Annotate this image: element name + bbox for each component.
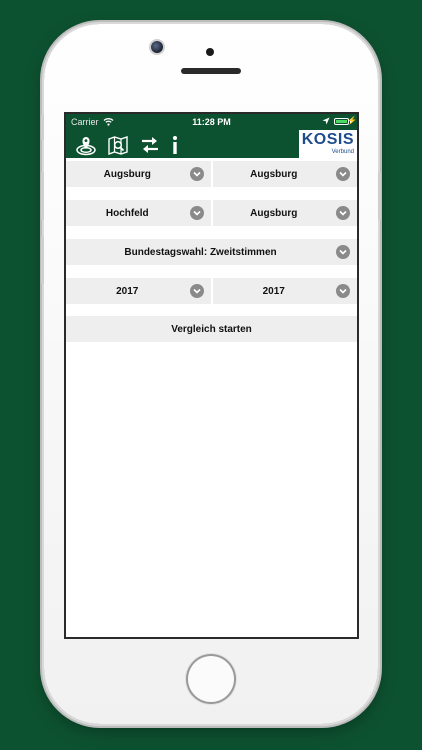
app-screen: Carrier 11:28 PM ⚡ KOSIS Verbund Augsbur… bbox=[64, 112, 359, 639]
year-right-select[interactable]: 2017 bbox=[212, 278, 357, 304]
region-row: Augsburg Augsburg bbox=[66, 161, 357, 187]
year-left-select[interactable]: 2017 bbox=[66, 278, 211, 304]
location-arrow-icon bbox=[322, 117, 330, 125]
home-button[interactable] bbox=[188, 656, 234, 702]
region-right-value: Augsburg bbox=[250, 168, 298, 180]
kosis-logo: KOSIS Verbund bbox=[299, 130, 357, 160]
district-left-select[interactable]: Hochfeld bbox=[66, 200, 211, 226]
chevron-down-icon bbox=[336, 245, 350, 259]
compare-button[interactable]: Vergleich starten bbox=[66, 316, 357, 342]
charging-bolt-icon: ⚡ bbox=[347, 116, 357, 125]
status-bar: Carrier 11:28 PM ⚡ bbox=[66, 114, 357, 131]
chevron-down-icon bbox=[189, 167, 204, 181]
comparison-form: Augsburg Augsburg Hochfeld Augsburg Bund… bbox=[66, 158, 357, 342]
logo-subtitle: Verbund bbox=[331, 149, 354, 155]
chevron-down-icon bbox=[189, 206, 204, 220]
year-left-value: 2017 bbox=[116, 285, 139, 297]
chevron-down-icon bbox=[336, 167, 350, 181]
status-time: 11:28 PM bbox=[192, 117, 231, 127]
volume-down-button bbox=[41, 236, 44, 284]
election-select[interactable]: Bundestagswahl: Zweitstimmen bbox=[66, 239, 357, 265]
swap-arrows-icon[interactable] bbox=[139, 134, 161, 156]
year-right-value: 2017 bbox=[262, 285, 285, 297]
mute-switch bbox=[41, 114, 44, 140]
chevron-down-icon bbox=[189, 284, 204, 298]
district-row: Hochfeld Augsburg bbox=[66, 200, 357, 226]
front-camera bbox=[151, 41, 163, 53]
logo-title: KOSIS bbox=[301, 131, 354, 148]
proximity-sensor bbox=[206, 48, 214, 56]
location-target-icon[interactable] bbox=[75, 134, 97, 156]
election-row: Bundestagswahl: Zweitstimmen bbox=[66, 239, 357, 265]
power-button bbox=[378, 172, 381, 220]
earpiece-speaker bbox=[181, 68, 241, 74]
chevron-down-icon bbox=[336, 206, 350, 220]
year-row: 2017 2017 bbox=[66, 278, 357, 304]
district-left-value: Hochfeld bbox=[105, 207, 149, 219]
district-right-select[interactable]: Augsburg bbox=[212, 200, 357, 226]
district-right-value: Augsburg bbox=[250, 207, 298, 219]
election-value: Bundestagswahl: Zweitstimmen bbox=[124, 246, 277, 258]
app-toolbar: KOSIS Verbund bbox=[66, 130, 357, 160]
region-right-select[interactable]: Augsburg bbox=[212, 161, 357, 187]
chevron-down-icon bbox=[336, 284, 350, 298]
info-icon[interactable] bbox=[164, 134, 186, 156]
region-left-select[interactable]: Augsburg bbox=[66, 161, 211, 187]
volume-up-button bbox=[41, 172, 44, 220]
map-search-icon[interactable] bbox=[107, 134, 129, 156]
region-left-value: Augsburg bbox=[103, 168, 151, 180]
